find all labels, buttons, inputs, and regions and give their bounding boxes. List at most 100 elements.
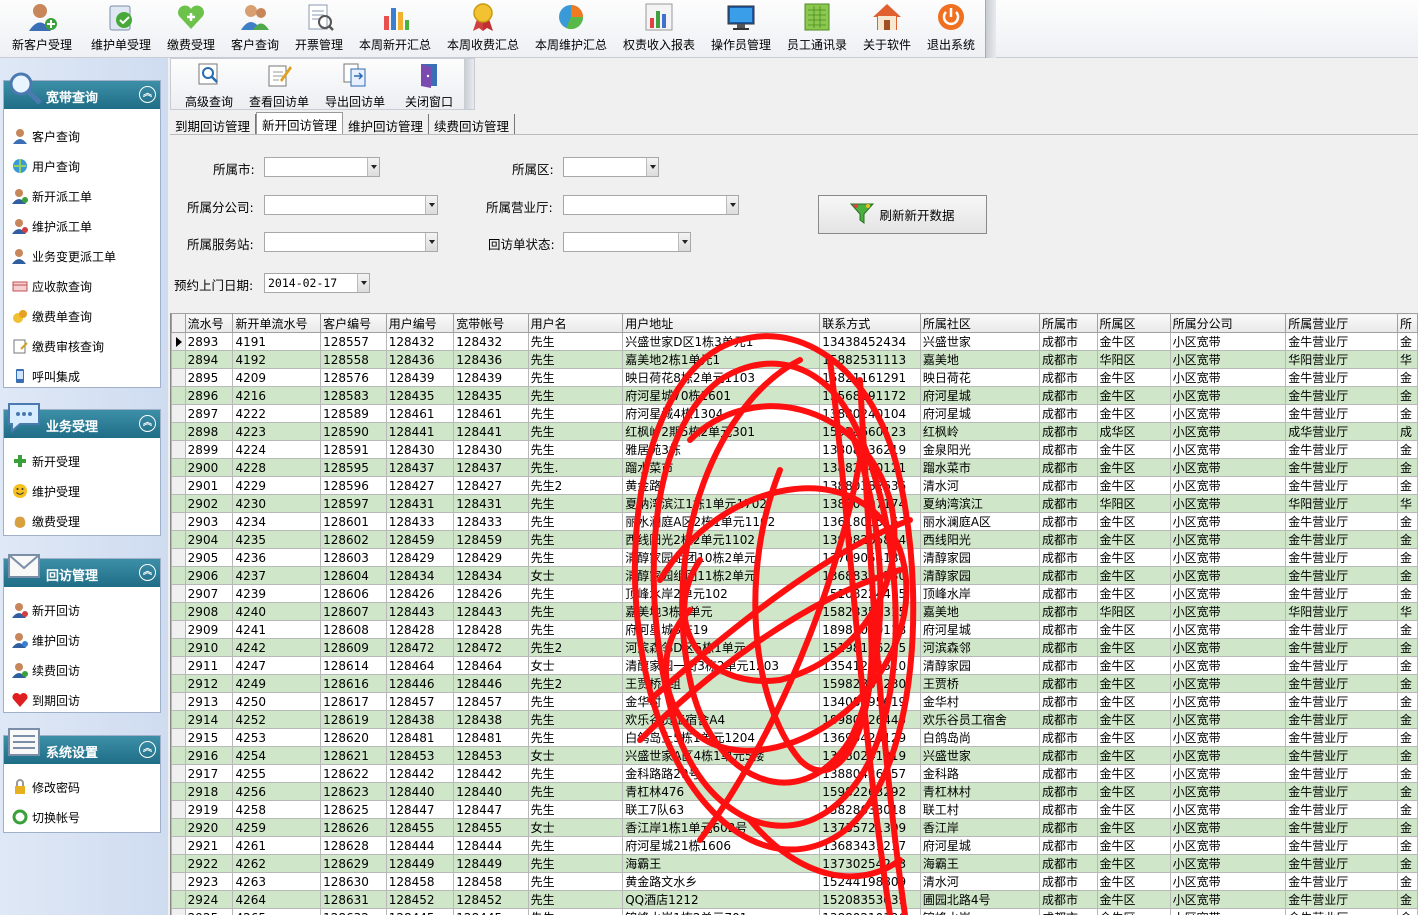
table-cell[interactable]: 金牛营业厅 (1285, 836, 1398, 855)
table-cell[interactable]: 金牛区 (1096, 332, 1171, 351)
table-cell[interactable]: 13808236219 (819, 440, 921, 459)
table-cell[interactable]: 128436 (385, 350, 455, 369)
table-cell[interactable]: 金牛营业厅 (1285, 476, 1398, 495)
table-cell[interactable]: 4222 (232, 404, 322, 423)
table-cell[interactable]: 清醇家园组团10栋2单元 (622, 548, 821, 567)
table-cell[interactable]: 128472 (453, 638, 529, 657)
table-cell[interactable]: 成华营业厅 (1285, 422, 1398, 441)
table-cell[interactable]: 4191 (232, 332, 322, 351)
table-cell[interactable]: 128437 (385, 458, 455, 477)
table-cell[interactable]: 4224 (232, 440, 322, 459)
table-cell[interactable]: 小区宽带 (1169, 674, 1287, 693)
table-cell[interactable]: 4240 (232, 602, 322, 621)
table-cell[interactable]: 金科路 (919, 764, 1041, 783)
table-cell[interactable]: 15208353039 (819, 890, 921, 909)
branch-select[interactable] (264, 195, 438, 215)
table-row[interactable]: 2905 4236 128603 128429 128429 先生 清醇家园组团10栋2单元… (171, 548, 1418, 567)
table-cell[interactable]: 金牛区 (1096, 890, 1171, 909)
table-cell[interactable]: 13908205894 (819, 530, 921, 549)
table-cell[interactable]: 13880407174 (819, 494, 921, 513)
column-header[interactable]: 所属区 (1096, 313, 1171, 333)
table-cell[interactable]: 华阳区 (1096, 602, 1171, 621)
table-cell[interactable]: 清醇家园 (919, 566, 1041, 585)
table-cell[interactable]: 金牛营业厅 (1285, 854, 1398, 873)
table-cell[interactable]: 128623 (320, 782, 387, 801)
table-cell[interactable]: 成 (1397, 422, 1418, 441)
row-header[interactable] (171, 530, 186, 549)
table-cell[interactable]: 128608 (320, 620, 387, 639)
table-row[interactable]: 2895 4209 128576 128439 128439 先生 映日荷花8栋2单元110… (171, 368, 1418, 387)
row-header[interactable] (171, 368, 186, 387)
row-header[interactable] (171, 764, 186, 783)
table-cell[interactable]: 128447 (385, 800, 455, 819)
table-cell[interactable]: 海霸王 (622, 854, 821, 873)
table-cell[interactable]: 15198116275 (819, 638, 921, 657)
table-cell[interactable]: 黄金路文水乡 (622, 872, 821, 891)
table-row[interactable]: 2907 4239 128606 128426 128426 先生 顶峰水岸2单元102 15… (171, 584, 1418, 603)
table-cell[interactable]: 15828633018 (819, 800, 921, 819)
table-cell[interactable]: 嘉美地3栋1单元 (622, 602, 821, 621)
tab-expiry-revisit[interactable]: 到期回访管理 (170, 114, 257, 134)
table-cell[interactable]: 金 (1397, 890, 1418, 909)
table-cell[interactable]: 128446 (453, 674, 529, 693)
table-row[interactable]: 2916 4254 128621 128453 128453 女士 兴盛世家A区4栋1单元5… (171, 746, 1418, 765)
table-cell[interactable]: 128430 (453, 440, 529, 459)
table-row[interactable]: 2909 4241 128608 128428 128428 先生 府河星城8栋19 1898… (171, 620, 1418, 639)
table-cell[interactable]: 先生2 (527, 476, 624, 495)
status-select[interactable] (563, 232, 691, 252)
table-cell[interactable]: 府河星城4栋1304 (622, 404, 821, 423)
table-cell[interactable]: 金华村 (919, 692, 1041, 711)
table-cell[interactable]: 先生 (527, 350, 624, 369)
table-cell[interactable]: 128583 (320, 386, 387, 405)
table-cell[interactable]: 府河星城 (919, 404, 1041, 423)
nav-group-header[interactable]: 系统设置 ︽ (4, 728, 160, 764)
table-cell[interactable]: 成都市 (1039, 854, 1098, 873)
table-cell[interactable]: 4255 (232, 764, 322, 783)
table-cell[interactable]: 金 (1397, 458, 1418, 477)
table-cell[interactable]: 128431 (453, 494, 529, 513)
table-cell[interactable]: 白鸽岛上5栋1单元1204 (622, 728, 821, 747)
row-header[interactable] (171, 404, 186, 423)
table-cell[interactable]: 金牛区 (1096, 458, 1171, 477)
table-cell[interactable]: 先生 (527, 908, 624, 915)
table-cell[interactable]: 联工7队63 (622, 800, 821, 819)
table-cell[interactable]: 128431 (385, 494, 455, 513)
table-row[interactable]: 2893 4191 128557 128432 128432 先生 兴盛世家D区1栋3单元1… (171, 332, 1418, 351)
table-cell[interactable]: 女士 (527, 566, 624, 585)
table-cell[interactable]: 雅居苑3栋 (622, 440, 821, 459)
table-cell[interactable]: 夏纳湾滨江 (919, 494, 1041, 513)
table-cell[interactable]: 金牛营业厅 (1285, 458, 1398, 477)
table-cell[interactable]: 128432 (385, 332, 455, 351)
table-cell[interactable]: 金 (1397, 530, 1418, 549)
table-cell[interactable]: 府河星城 (919, 620, 1041, 639)
table-cell[interactable]: 金牛区 (1096, 638, 1171, 657)
nav-item-maintenance-revisit[interactable]: 维护回访 (4, 625, 160, 655)
table-cell[interactable]: 15108224415 (819, 584, 921, 603)
table-cell[interactable]: 4241 (232, 620, 322, 639)
table-cell[interactable]: 金科路路29号 (622, 764, 821, 783)
table-cell[interactable]: 王贾桥3组 (622, 674, 821, 693)
table-cell[interactable]: 成都市 (1039, 332, 1098, 351)
table-cell[interactable]: 128430 (385, 440, 455, 459)
table-row[interactable]: 2894 4192 128558 128436 128436 先生 嘉美地2栋1单元1 158… (171, 350, 1418, 369)
table-cell[interactable]: 金 (1397, 512, 1418, 531)
table-cell[interactable]: 4249 (232, 674, 322, 693)
column-header[interactable]: 用户地址 (622, 313, 821, 333)
column-header[interactable]: 用户名 (527, 313, 624, 333)
table-cell[interactable]: 2898 (184, 422, 234, 441)
table-cell[interactable]: 小区宽带 (1169, 836, 1287, 855)
table-cell[interactable]: 先生 (527, 548, 624, 567)
table-cell[interactable]: 河滨森邻D区5栋1单元 (622, 638, 821, 657)
table-cell[interactable]: 4258 (232, 800, 322, 819)
table-cell[interactable]: 成都市 (1039, 674, 1098, 693)
row-header[interactable] (171, 656, 186, 675)
table-cell[interactable]: 小区宽带 (1169, 800, 1287, 819)
collapse-icon[interactable]: ︽ (139, 415, 156, 432)
table-cell[interactable]: 先生 (527, 764, 624, 783)
table-row[interactable]: 2899 4224 128591 128430 128430 先生 雅居苑3栋 1380823… (171, 440, 1418, 459)
table-cell[interactable]: 13408195619 (819, 692, 921, 711)
table-cell[interactable]: 2903 (184, 512, 234, 531)
table-row[interactable]: 2915 4253 128620 128481 128481 先生 白鸽岛上5栋1单元120… (171, 728, 1418, 747)
table-cell[interactable]: 13882340121 (819, 458, 921, 477)
table-cell[interactable]: 128621 (320, 746, 387, 765)
